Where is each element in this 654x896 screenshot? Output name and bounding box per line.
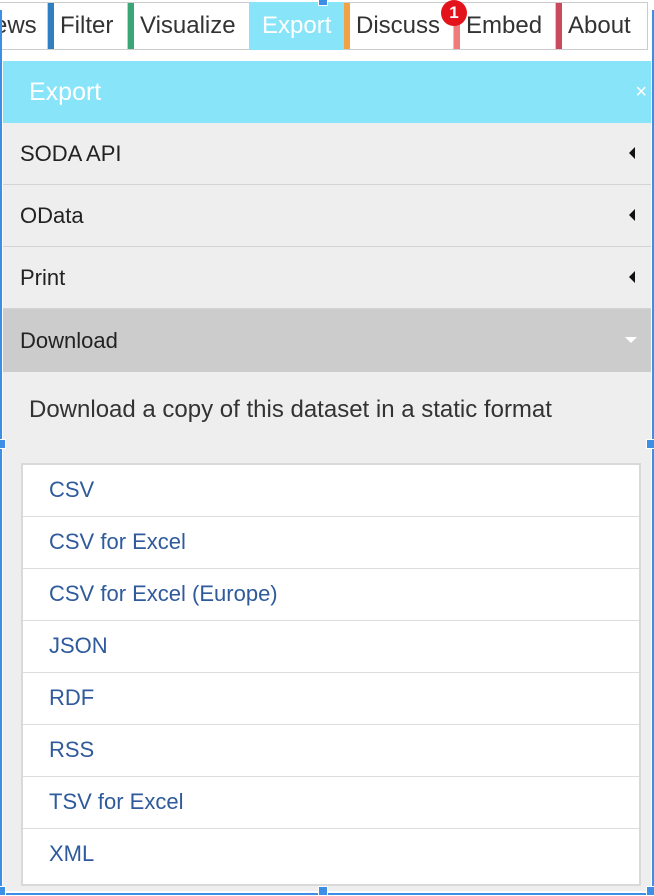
export-panel-title: Export	[29, 78, 102, 106]
format-label: CSV for Excel (Europe)	[49, 581, 278, 606]
tab-discuss-label: Discuss	[356, 12, 441, 39]
tab-visualize-label: Visualize	[140, 12, 236, 39]
resize-handle-top[interactable]	[318, 0, 328, 6]
format-link-rdf[interactable]: RDF	[23, 673, 639, 725]
section-soda-api[interactable]: SODA API	[3, 123, 651, 185]
format-label: XML	[49, 841, 95, 866]
format-label: RSS	[49, 737, 95, 762]
tab-about-color-strip	[556, 3, 562, 49]
tab-embed[interactable]: Embed	[454, 2, 556, 50]
tab-embed-label: Embed	[466, 12, 543, 39]
format-link-csv-excel[interactable]: CSV for Excel	[23, 517, 639, 569]
format-label: CSV	[49, 477, 95, 502]
arrow-down-icon	[625, 337, 637, 343]
section-odata-label: OData	[20, 203, 84, 228]
section-odata[interactable]: OData	[3, 185, 651, 247]
format-link-xml[interactable]: XML	[23, 829, 639, 881]
resize-handle-bottom-right[interactable]	[646, 886, 654, 896]
selection-border-left	[0, 10, 2, 894]
section-download[interactable]: Download	[3, 309, 651, 372]
export-panel-header: Export ×	[3, 61, 651, 123]
export-panel: Export × SODA API OData Print Download D…	[3, 61, 651, 891]
download-description: Download a copy of this dataset in a sta…	[29, 396, 552, 423]
format-label: CSV for Excel	[49, 529, 186, 554]
tab-discuss-color-strip	[344, 3, 350, 49]
resize-handle-bottom-left[interactable]	[0, 886, 6, 896]
resize-handle-bottom[interactable]	[318, 886, 328, 896]
tab-discuss[interactable]: Discuss	[344, 2, 454, 50]
tab-export[interactable]: Export	[250, 2, 344, 50]
page: ews Filter Visualize Export Discuss Embe…	[0, 0, 654, 896]
format-label: JSON	[49, 633, 108, 658]
tab-visualize[interactable]: Visualize	[128, 2, 250, 50]
format-label: RDF	[49, 685, 95, 710]
tab-filter-label: Filter	[60, 12, 114, 39]
resize-handle-right[interactable]	[646, 439, 654, 449]
format-link-json[interactable]: JSON	[23, 621, 639, 673]
tab-filter[interactable]: Filter	[48, 2, 128, 50]
tab-bar: ews Filter Visualize Export Discuss Embe…	[0, 0, 654, 52]
section-soda-api-label: SODA API	[20, 141, 122, 166]
tab-views[interactable]: ews	[0, 2, 48, 50]
arrow-left-icon	[629, 209, 635, 221]
discuss-notification-badge: 1	[441, 0, 467, 26]
section-download-label: Download	[20, 328, 118, 353]
format-link-rss[interactable]: RSS	[23, 725, 639, 777]
section-print-label: Print	[20, 265, 66, 290]
tab-views-label: ews	[0, 12, 37, 39]
format-link-tsv-excel[interactable]: TSV for Excel	[23, 777, 639, 829]
format-label: TSV for Excel	[49, 789, 184, 814]
close-icon[interactable]: ×	[635, 61, 647, 123]
section-print[interactable]: Print	[3, 247, 651, 309]
tab-visualize-color-strip	[128, 3, 134, 49]
tab-filter-color-strip	[48, 3, 54, 49]
arrow-left-icon	[629, 147, 635, 159]
format-link-csv-excel-europe[interactable]: CSV for Excel (Europe)	[23, 569, 639, 621]
tab-about[interactable]: About	[556, 2, 648, 50]
tab-about-label: About	[568, 12, 631, 39]
resize-handle-left[interactable]	[0, 439, 6, 449]
tab-export-label: Export	[262, 12, 332, 39]
arrow-left-icon	[629, 271, 635, 283]
download-format-list: CSV CSV for Excel CSV for Excel (Europe)…	[21, 463, 641, 886]
format-link-csv[interactable]: CSV	[23, 465, 639, 517]
